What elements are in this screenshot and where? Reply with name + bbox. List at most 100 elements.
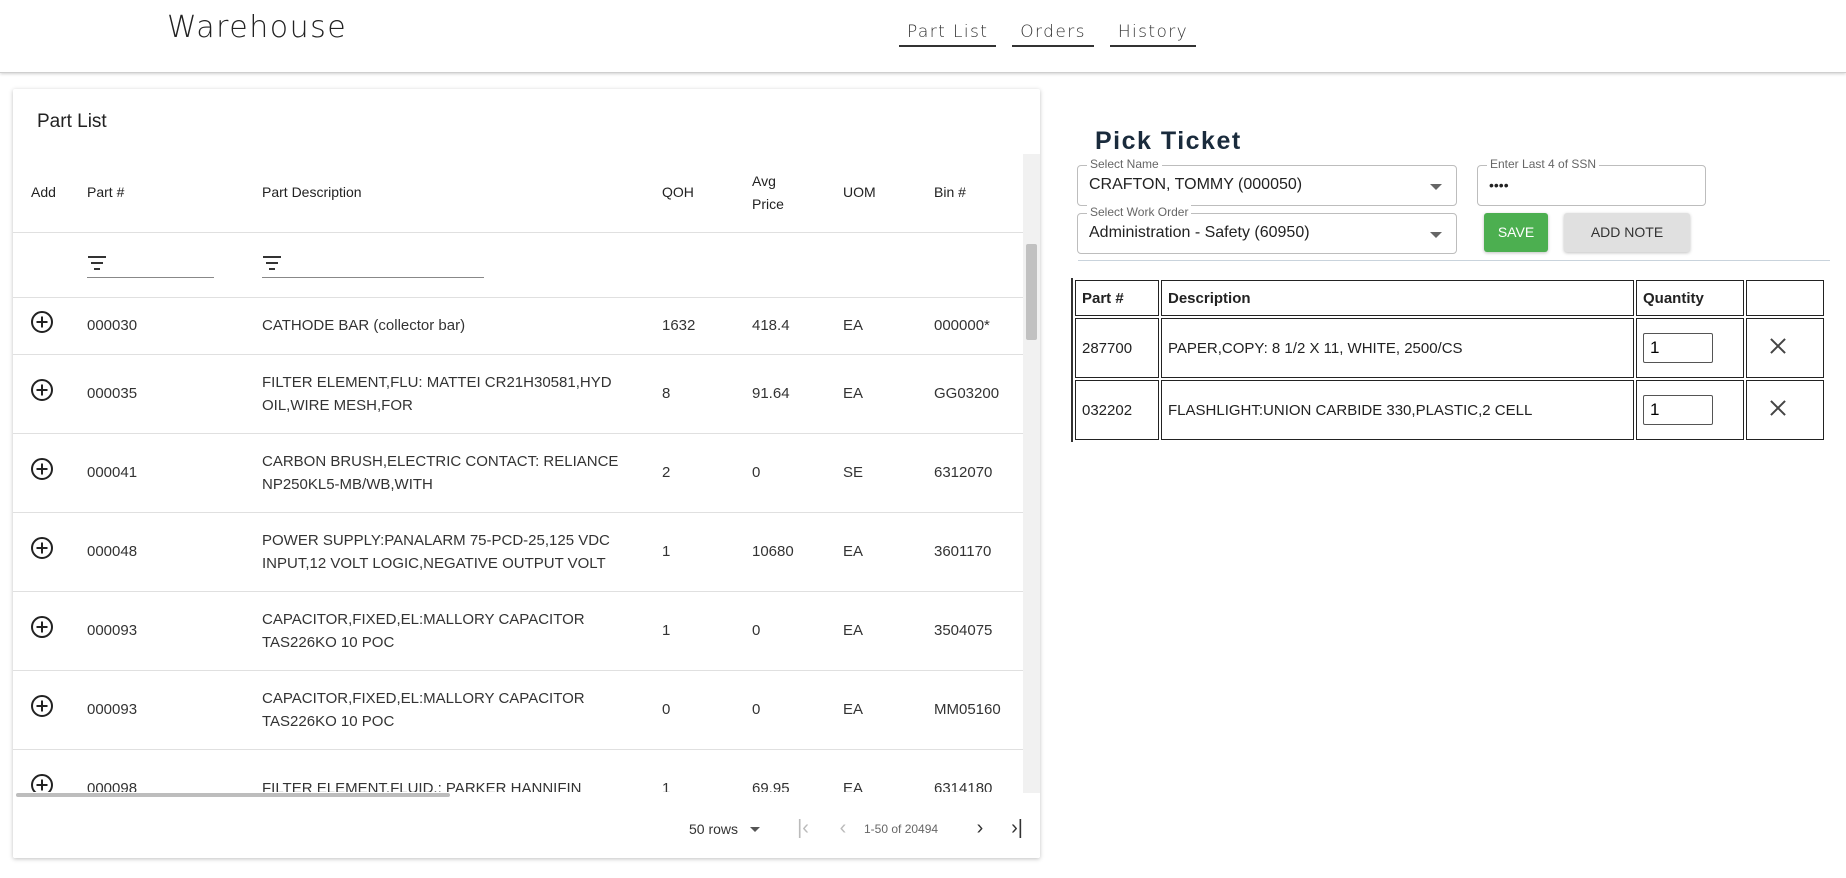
- header-row: Add Part # Part Description QOH Avg Pric…: [13, 154, 1023, 233]
- part-number: 000035: [69, 354, 244, 434]
- bin-number: GG03200: [916, 354, 1023, 434]
- filter-part-description-input[interactable]: [262, 252, 484, 278]
- horizontal-scrollbar-thumb[interactable]: [16, 793, 450, 797]
- ticket-col-remove: [1746, 280, 1824, 316]
- col-avg-price-label: Avg Price: [752, 172, 784, 212]
- part-description: CAPACITOR,FIXED,EL:MALLORY CAPACITOR TAS…: [244, 591, 644, 671]
- ssn-input[interactable]: Enter Last 4 of SSN ••••: [1477, 157, 1706, 206]
- add-cell: [13, 512, 69, 592]
- quantity-input[interactable]: [1643, 333, 1713, 363]
- bin-number: 3601170: [916, 512, 1023, 592]
- col-uom[interactable]: UOM: [825, 154, 916, 233]
- filter-icon[interactable]: [87, 255, 107, 272]
- add-cell: [13, 354, 69, 434]
- avg-price: 10680: [734, 512, 825, 592]
- part-list-title: Part List: [37, 111, 107, 132]
- uom: EA: [825, 591, 916, 671]
- col-bin[interactable]: Bin #: [916, 154, 1023, 233]
- nav-part-list[interactable]: Part List: [899, 22, 997, 47]
- uom: EA: [825, 354, 916, 434]
- plus-circle-icon[interactable]: [31, 311, 53, 333]
- bin-number: 3504075: [916, 591, 1023, 671]
- qoh: 0: [644, 670, 734, 750]
- chevron-right-icon[interactable]: ›: [968, 816, 992, 840]
- plus-circle-icon[interactable]: [31, 695, 53, 717]
- qoh: 2: [644, 433, 734, 513]
- filter-icon[interactable]: [262, 255, 282, 272]
- part-description: CARBON BRUSH,ELECTRIC CONTACT: RELIANCE …: [244, 433, 644, 513]
- plus-circle-icon[interactable]: [31, 458, 53, 480]
- first-page-icon[interactable]: |‹: [791, 816, 815, 840]
- part-number: 000048: [69, 512, 244, 592]
- bin-number: 6312070: [916, 433, 1023, 513]
- ticket-part-number: 032202: [1075, 380, 1159, 440]
- col-avg-price[interactable]: Avg Price: [734, 154, 825, 233]
- nav-history[interactable]: History: [1109, 22, 1197, 47]
- qoh: 1: [644, 591, 734, 671]
- avg-price: 0: [734, 591, 825, 671]
- avg-price: 0: [734, 433, 825, 513]
- plus-circle-icon[interactable]: [31, 379, 53, 401]
- qoh: 8: [644, 354, 734, 434]
- rows-per-page-select[interactable]: 50 rows: [689, 821, 761, 837]
- part-list-card: Part List Add Part # Part Description QO…: [13, 89, 1040, 858]
- ssn-label: Enter Last 4 of SSN: [1487, 157, 1600, 171]
- caret-down-icon: [1430, 232, 1442, 238]
- col-add[interactable]: Add: [13, 154, 69, 233]
- pagination-range: 1-50 of 20494: [864, 822, 939, 836]
- select-name-label: Select Name: [1087, 157, 1162, 171]
- part-description: FILTER ELEMENT,FLU: MATTEI CR21H30581,HY…: [244, 354, 644, 434]
- filter-part-description[interactable]: [244, 232, 644, 298]
- avg-price: 0: [734, 670, 825, 750]
- table-row: 000048 POWER SUPPLY:PANALARM 75-PCD-25,1…: [13, 512, 1023, 592]
- table-row: 000093 CAPACITOR,FIXED,EL:MALLORY CAPACI…: [13, 591, 1023, 671]
- part-number: 000041: [69, 433, 244, 513]
- app-header: Warehouse Part List Orders History: [0, 0, 1846, 73]
- part-number: 000030: [69, 297, 244, 355]
- table-row: 000041 CARBON BRUSH,ELECTRIC CONTACT: RE…: [13, 433, 1023, 513]
- chevron-left-icon[interactable]: ‹: [831, 816, 855, 840]
- col-part-number[interactable]: Part #: [69, 154, 244, 233]
- select-work-order-dropdown[interactable]: Select Work Order Administration - Safet…: [1077, 205, 1457, 254]
- save-button[interactable]: SAVE: [1484, 213, 1548, 252]
- quantity-input[interactable]: [1643, 395, 1713, 425]
- plus-circle-icon[interactable]: [31, 537, 53, 559]
- select-name-dropdown[interactable]: Select Name CRAFTON, TOMMY (000050): [1077, 157, 1457, 206]
- table-row: 000030 CATHODE BAR (collector bar) 1632 …: [13, 297, 1023, 355]
- filter-part-number-input[interactable]: [87, 252, 214, 278]
- plus-circle-icon[interactable]: [31, 616, 53, 638]
- close-icon[interactable]: [1769, 337, 1787, 355]
- part-description: POWER SUPPLY:PANALARM 75-PCD-25,125 VDC …: [244, 512, 644, 592]
- filter-row: [13, 232, 1023, 298]
- nav-orders[interactable]: Orders: [1012, 22, 1094, 47]
- filter-part-number[interactable]: [69, 232, 244, 298]
- ticket-quantity-cell: [1636, 380, 1744, 440]
- last-page-icon[interactable]: ›|: [1005, 816, 1029, 840]
- select-name-value: CRAFTON, TOMMY (000050): [1089, 176, 1303, 193]
- part-number: 000093: [69, 670, 244, 750]
- filter-cell-empty: [13, 232, 69, 298]
- ticket-part-number: 287700: [1075, 318, 1159, 378]
- add-cell: [13, 591, 69, 671]
- col-part-description[interactable]: Part Description: [244, 154, 644, 233]
- ticket-description: PAPER,COPY: 8 1/2 X 11, WHITE, 2500/CS: [1161, 318, 1634, 378]
- add-cell: [13, 670, 69, 750]
- ticket-remove-cell: [1746, 318, 1824, 378]
- select-work-order-label: Select Work Order: [1087, 205, 1192, 219]
- table-row: 000093 CAPACITOR,FIXED,EL:MALLORY CAPACI…: [13, 670, 1023, 750]
- ticket-row: 287700 PAPER,COPY: 8 1/2 X 11, WHITE, 25…: [1075, 318, 1824, 378]
- bin-number: 000000*: [916, 297, 1023, 355]
- filter-cell-empty: [644, 232, 1023, 298]
- ticket-col-part-number: Part #: [1075, 280, 1159, 316]
- ticket-description: FLASHLIGHT:UNION CARBIDE 330,PLASTIC,2 C…: [1161, 380, 1634, 440]
- vertical-scrollbar-thumb[interactable]: [1026, 244, 1037, 340]
- vertical-scrollbar[interactable]: [1023, 154, 1040, 793]
- ticket-col-quantity: Quantity: [1636, 280, 1744, 316]
- add-note-button[interactable]: ADD NOTE: [1564, 213, 1690, 252]
- bin-number: MM05160: [916, 670, 1023, 750]
- close-icon[interactable]: [1769, 399, 1787, 417]
- ticket-row: 032202 FLASHLIGHT:UNION CARBIDE 330,PLAS…: [1075, 380, 1824, 440]
- col-qoh[interactable]: QOH: [644, 154, 734, 233]
- avg-price: 91.64: [734, 354, 825, 434]
- part-grid: Add Part # Part Description QOH Avg Pric…: [13, 154, 1023, 858]
